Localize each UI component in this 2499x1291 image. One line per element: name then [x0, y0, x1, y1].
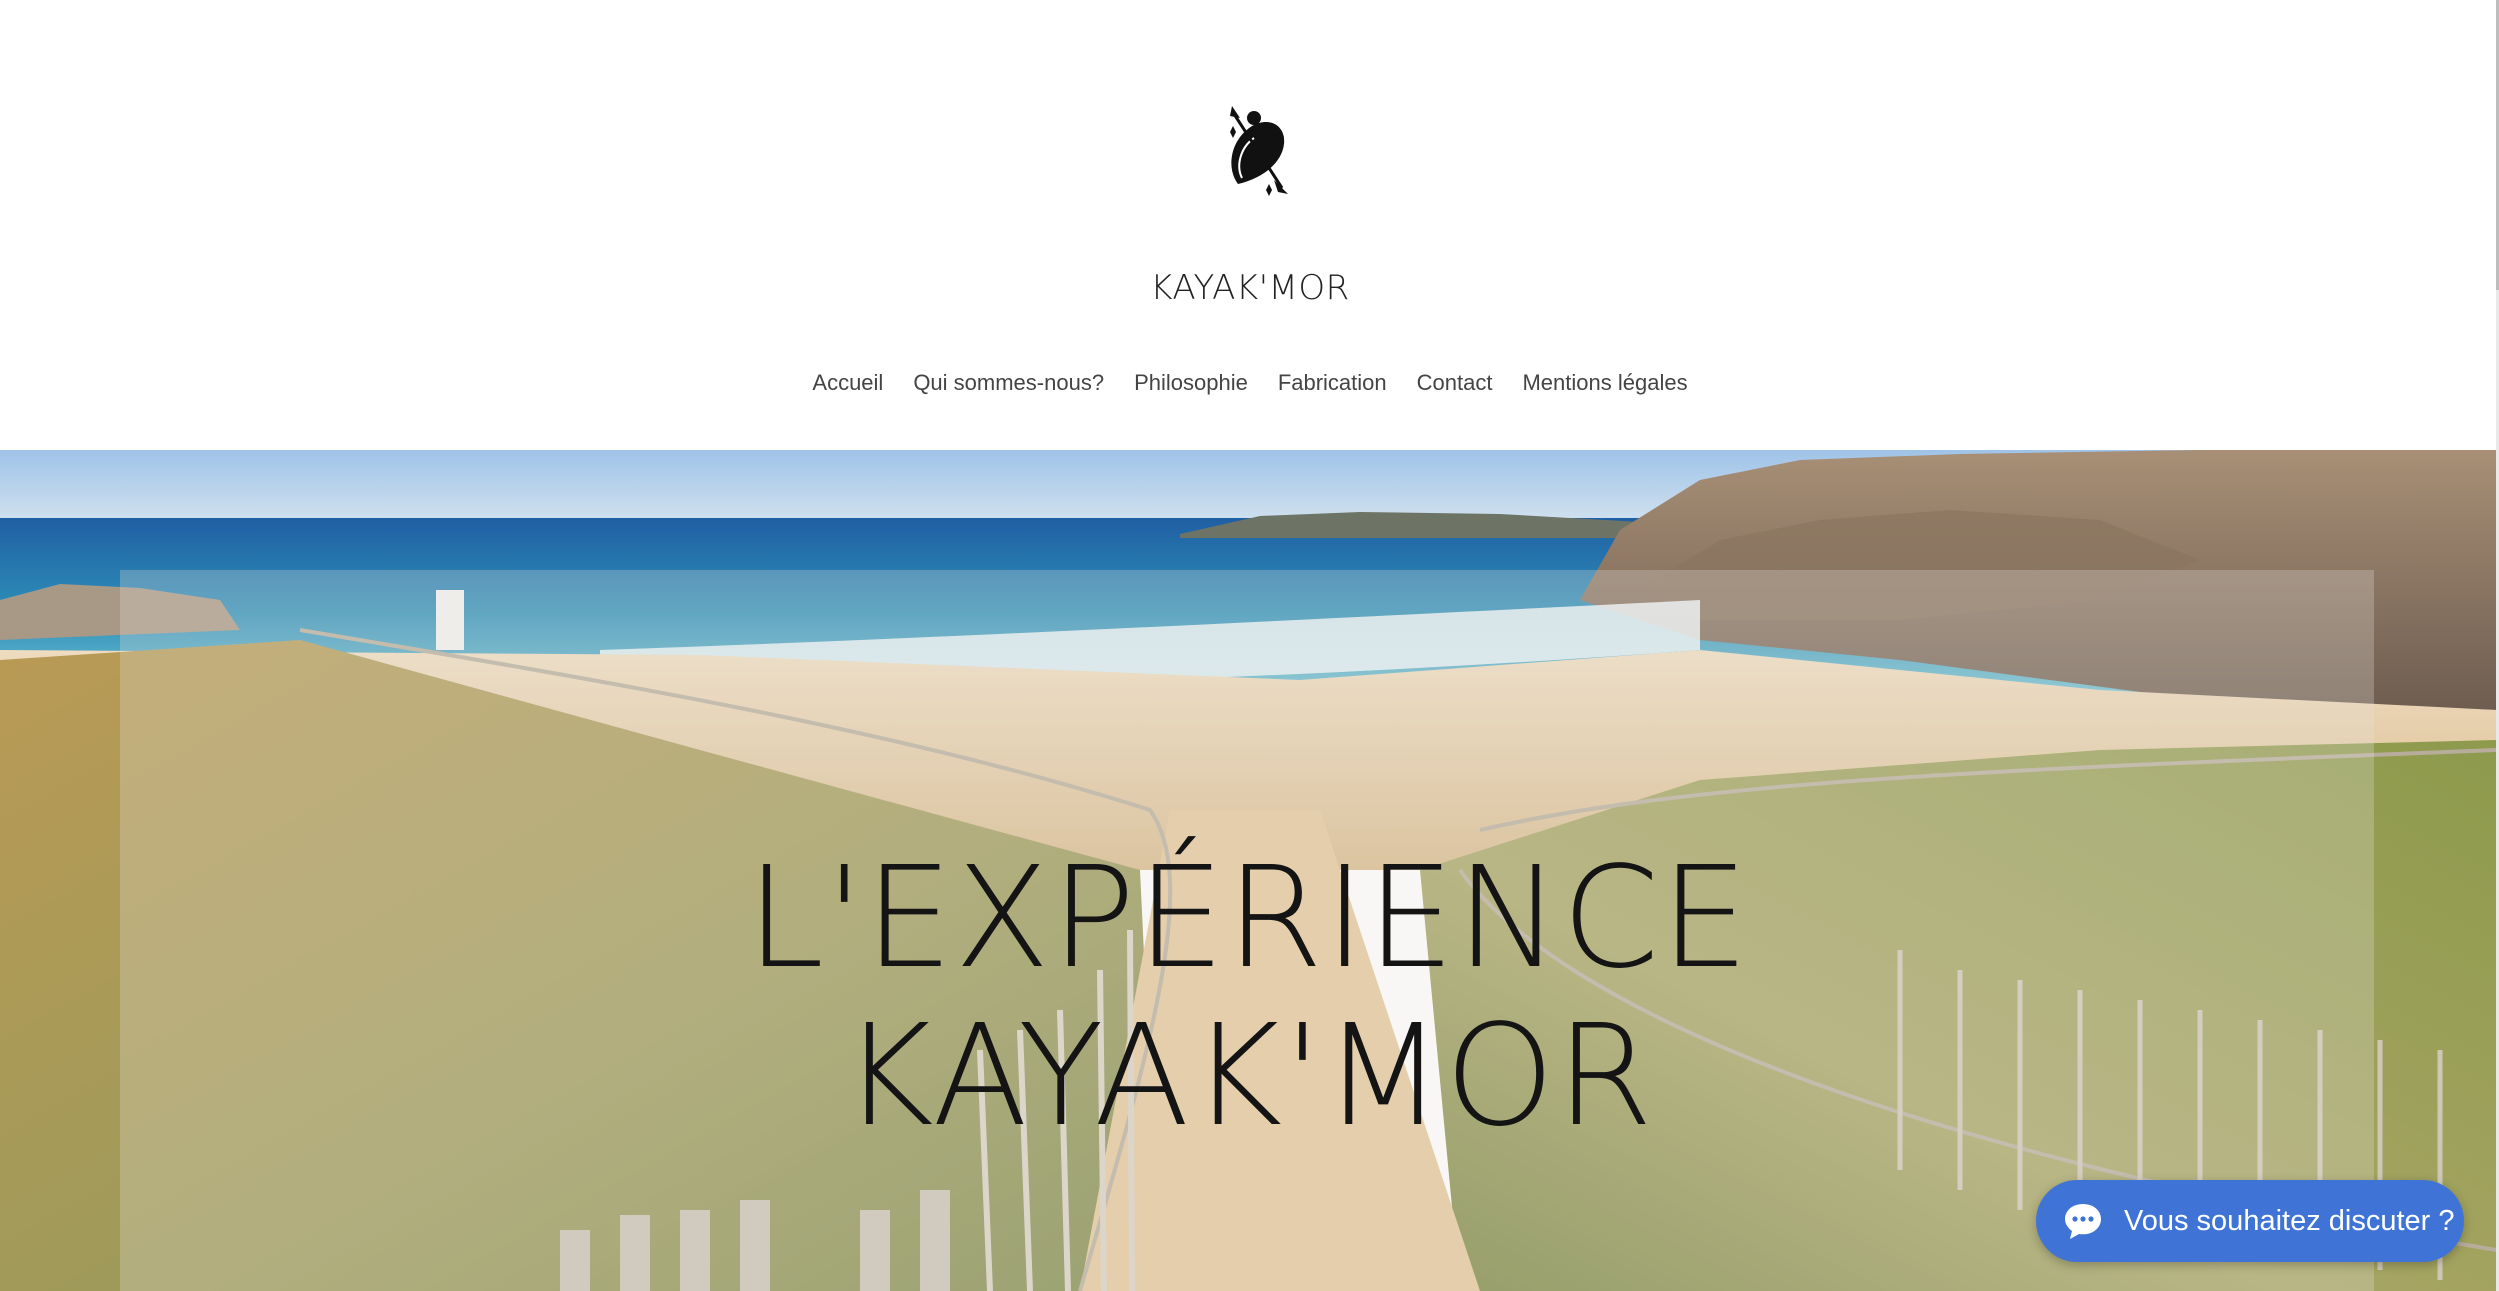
page: KAYAK'MOR Accueil Qui sommes-nous? Philo… — [0, 0, 2499, 1291]
nav-item-qui-sommes-nous[interactable]: Qui sommes-nous? — [898, 367, 1119, 399]
chat-bubble-icon — [2065, 1204, 2101, 1239]
main-nav: Accueil Qui sommes-nous? Philosophie Fab… — [0, 367, 2499, 399]
hero-section: L'EXPÉRIENCE KAYAK'MOR — [0, 450, 2496, 1291]
kayak-logo-icon[interactable] — [1212, 96, 1302, 196]
hero-title-line-1: L'EXPÉRIENCE — [746, 837, 1750, 1000]
hero-title-line-2: KAYAK'MOR — [841, 995, 1655, 1158]
site-title[interactable]: KAYAK'MOR — [0, 268, 2499, 308]
chat-button[interactable]: Vous souhaitez discuter ? — [2036, 1180, 2464, 1262]
nav-item-mentions-legales[interactable]: Mentions légales — [1507, 367, 1702, 399]
nav-item-fabrication[interactable]: Fabrication — [1263, 367, 1402, 399]
chat-button-label: Vous souhaitez discuter ? — [2124, 1204, 2455, 1237]
hero-title: L'EXPÉRIENCE KAYAK'MOR — [0, 840, 2496, 1156]
nav-item-philosophie[interactable]: Philosophie — [1119, 367, 1263, 399]
nav-item-contact[interactable]: Contact — [1402, 367, 1508, 399]
nav-item-accueil[interactable]: Accueil — [797, 367, 898, 399]
site-header: KAYAK'MOR Accueil Qui sommes-nous? Philo… — [0, 0, 2496, 450]
